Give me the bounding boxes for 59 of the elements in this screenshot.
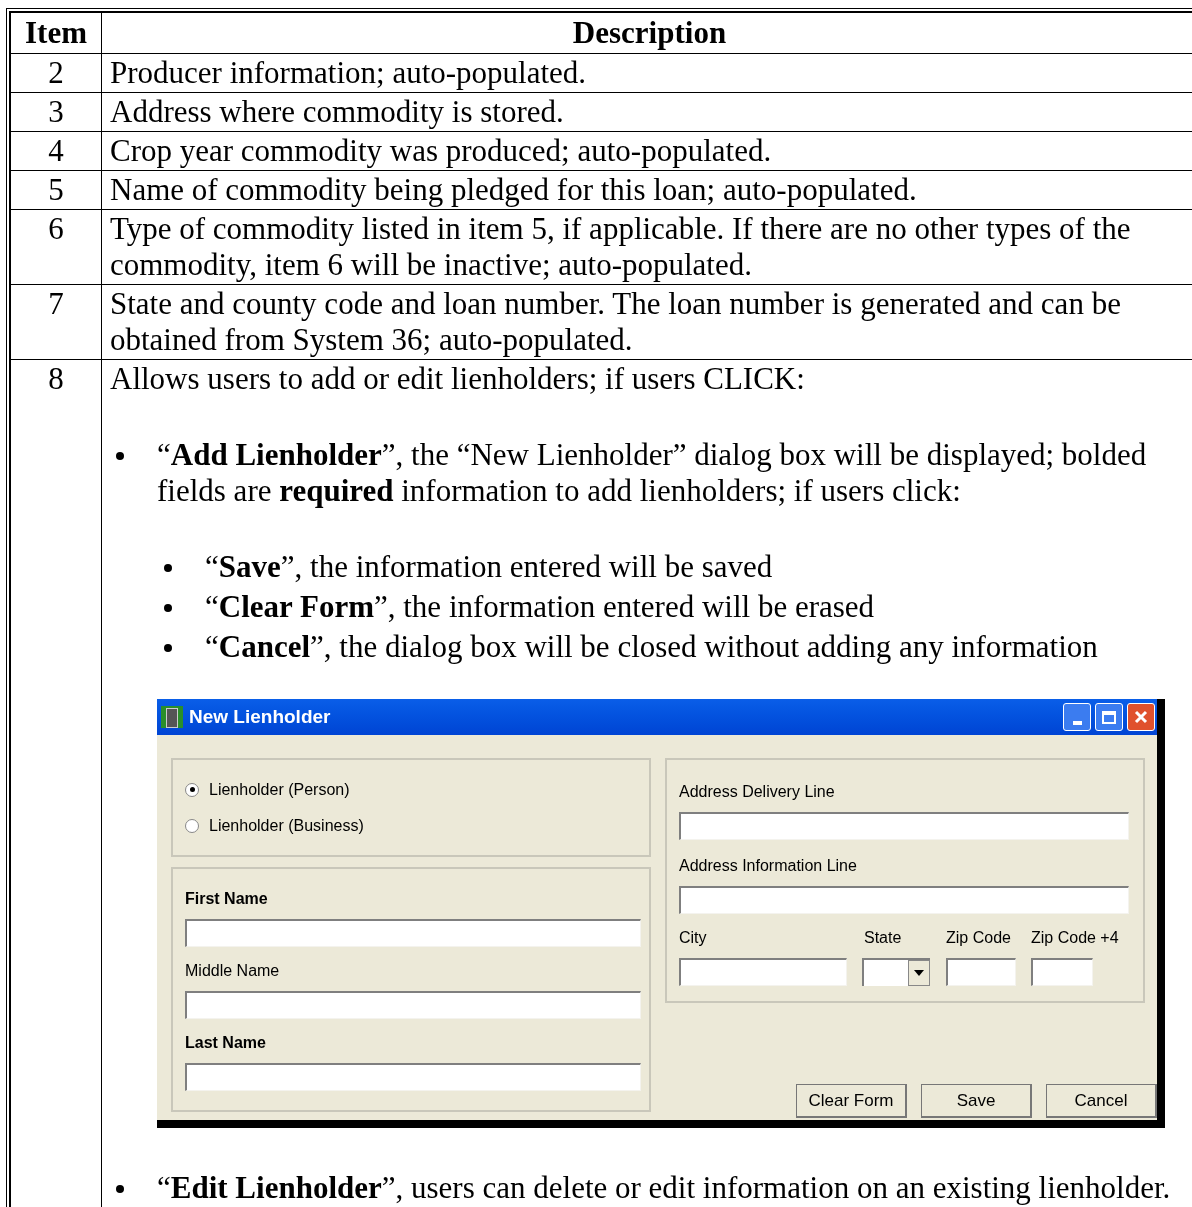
item-number: 6 xyxy=(10,209,102,285)
input-field[interactable] xyxy=(946,958,1016,986)
bullet-icon xyxy=(164,564,172,572)
field-label: Address Delivery Line xyxy=(679,782,836,802)
bullet-text: “Clear Form”, the information entered will be erased xyxy=(205,589,876,625)
window-title: New Lienholder xyxy=(189,707,331,727)
bullet-text: “Save”, the information entered will be saved xyxy=(205,549,774,585)
description-text: Type of commodity listed in item 5, if applicable. If there are no other types of the commodity, item 6 will be inactive; auto-populated. xyxy=(110,211,1132,283)
field-label: First Name xyxy=(185,889,269,909)
input-field[interactable] xyxy=(1031,958,1093,986)
dropdown-field[interactable] xyxy=(862,958,930,986)
field-label: Address Information Line xyxy=(679,856,858,876)
description-text: Allows users to add or edit lienholders; if users CLICK: xyxy=(110,361,806,397)
bullet-text: “Cancel”, the dialog box will be closed without adding any information xyxy=(205,629,1099,665)
bullet-text: “Edit Lienholder”, users can delete or edit information on an existing lienholder. xyxy=(157,1170,1172,1206)
field-label: Last Name xyxy=(185,1033,267,1053)
description-text: Producer information; auto-populated. xyxy=(110,55,588,91)
field-label: Zip Code +4 xyxy=(1031,928,1120,948)
description-text: Name of commodity being pledged for this loan; auto-populated. xyxy=(110,172,918,208)
bullet-text: “Add Lienholder”, the “New Lienholder” dialog box will be displayed; bolded fields are required information to add lienholders; if users click: xyxy=(157,437,1148,509)
minimize-icon xyxy=(1072,721,1082,725)
minimize-button[interactable] xyxy=(1063,703,1091,731)
description-text: Address where commodity is stored. xyxy=(110,94,565,130)
window-icon xyxy=(161,706,183,728)
item-number: 8 xyxy=(10,359,102,1207)
radio-label: Lienholder (Person) xyxy=(209,779,350,800)
close-button[interactable] xyxy=(1127,703,1155,731)
input-field[interactable] xyxy=(679,886,1129,914)
radio-button[interactable] xyxy=(185,818,199,833)
maximize-icon xyxy=(1102,710,1116,724)
field-label: City xyxy=(679,928,708,948)
field-label: State xyxy=(863,928,903,948)
input-field[interactable] xyxy=(185,1063,641,1091)
input-field[interactable] xyxy=(185,919,641,947)
input-field[interactable] xyxy=(679,958,847,986)
column-header: Description xyxy=(101,12,1192,54)
radio-label: Lienholder (Business) xyxy=(209,815,364,836)
input-field[interactable] xyxy=(679,812,1129,840)
dialog-button[interactable]: Save xyxy=(921,1084,1032,1118)
description-text: Crop year commodity was produced; auto-populated. xyxy=(110,133,773,169)
item-number: 3 xyxy=(10,92,102,132)
item-number: 2 xyxy=(10,53,102,93)
column-header: Item xyxy=(10,12,102,54)
description-text: State and county code and loan number. The loan number is generated and can be obtained from System 36; auto-populated. xyxy=(110,286,1122,358)
bullet-icon xyxy=(164,644,172,652)
item-number: 7 xyxy=(10,284,102,360)
bullet-icon xyxy=(116,452,124,460)
dialog-button[interactable]: Clear Form xyxy=(796,1084,907,1118)
dialog-button[interactable]: Cancel xyxy=(1046,1084,1157,1118)
item-number: 5 xyxy=(10,170,102,210)
radio-button[interactable] xyxy=(185,782,199,797)
field-label: Middle Name xyxy=(185,961,281,981)
field-label: Zip Code xyxy=(946,928,1012,948)
bullet-icon xyxy=(164,604,172,612)
item-number: 4 xyxy=(10,131,102,171)
maximize-button[interactable] xyxy=(1095,703,1123,731)
bullet-icon xyxy=(116,1185,124,1193)
close-icon xyxy=(1134,710,1148,724)
input-field[interactable] xyxy=(185,991,641,1019)
